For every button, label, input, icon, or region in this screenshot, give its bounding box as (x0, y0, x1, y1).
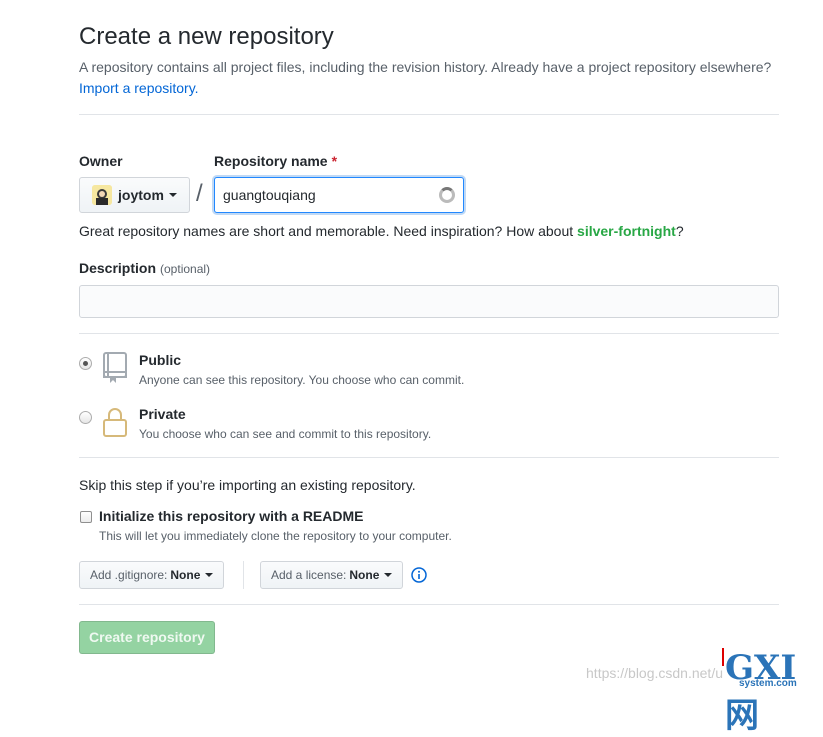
owner-dropdown[interactable]: joytom (79, 177, 190, 213)
repo-icon (103, 352, 127, 383)
repo-name-input[interactable]: guangtouqiang (214, 177, 464, 213)
divider (79, 333, 779, 334)
gitignore-dropdown[interactable]: Add .gitignore: None (79, 561, 225, 589)
hint-prefix: Great repository names are short and mem… (79, 223, 578, 239)
site-logo: GXI网 system.com (725, 648, 817, 736)
gitignore-value: None (170, 568, 201, 582)
gitignore-label: Add .gitignore: (90, 568, 168, 582)
page-title: Create a new repository (79, 23, 334, 50)
private-desc: You choose who can see and commit to thi… (139, 427, 432, 441)
avatar (92, 185, 112, 205)
public-radio[interactable] (79, 357, 92, 370)
repo-name-label-text: Repository name (214, 153, 328, 169)
private-title: Private (139, 406, 186, 422)
license-dropdown[interactable]: Add a license: None (260, 561, 404, 589)
skip-hint: Skip this step if you’re importing an ex… (79, 477, 416, 493)
owner-repo-separator: / (196, 180, 203, 207)
spinner-icon (439, 187, 455, 203)
divider (79, 457, 779, 458)
readme-checkbox[interactable] (80, 511, 92, 523)
lock-icon (103, 408, 127, 437)
info-icon[interactable] (411, 567, 427, 583)
hint-suffix: ? (675, 223, 684, 239)
license-label: Add a license: (271, 568, 347, 582)
divider (79, 114, 779, 115)
cursor-mark (722, 648, 724, 666)
watermark-url: https://blog.csdn.net/u (586, 665, 723, 681)
subtitle-text: A repository contains all project files,… (79, 59, 772, 75)
logo-subtext: system.com (739, 678, 797, 689)
chevron-down-icon (168, 193, 177, 197)
divider (79, 604, 779, 605)
description-input[interactable] (79, 285, 779, 318)
import-repository-link[interactable]: Import a repository. (79, 80, 199, 96)
private-radio[interactable] (79, 411, 92, 424)
chevron-down-icon (384, 573, 393, 577)
optional-tag: (optional) (160, 262, 211, 276)
required-mark: * (331, 153, 338, 169)
license-value: None (349, 568, 380, 582)
button-separator (243, 561, 244, 589)
create-repository-button[interactable]: Create repository (79, 621, 215, 654)
public-desc: Anyone can see this repository. You choo… (139, 373, 465, 387)
public-title: Public (139, 352, 182, 368)
name-suggestion[interactable]: silver-fortnight (577, 223, 676, 239)
logo-text: GXI网 (725, 648, 797, 736)
description-label-text: Description (79, 260, 157, 276)
repo-name-value: guangtouqiang (223, 187, 316, 203)
repo-name-hint: Great repository names are short and mem… (79, 223, 684, 239)
owner-name: joytom (118, 187, 164, 203)
readme-label[interactable]: Initialize this repository with a README (99, 508, 363, 524)
readme-desc: This will let you immediately clone the … (99, 529, 452, 543)
chevron-down-icon (205, 573, 214, 577)
page-subtitle: A repository contains all project files,… (79, 57, 779, 99)
description-label: Description (optional) (79, 260, 210, 276)
owner-label: Owner (79, 153, 123, 169)
repo-name-label: Repository name * (214, 153, 337, 169)
